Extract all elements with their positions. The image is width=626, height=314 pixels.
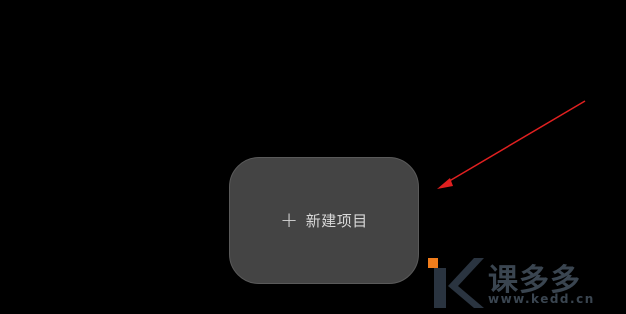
canvas: + 新建项目 课多多 www.kedd.cn (0, 0, 626, 314)
watermark: 课多多 www.kedd.cn (426, 250, 626, 314)
watermark-url: www.kedd.cn (488, 292, 595, 306)
kedd-logo-icon (428, 258, 484, 308)
